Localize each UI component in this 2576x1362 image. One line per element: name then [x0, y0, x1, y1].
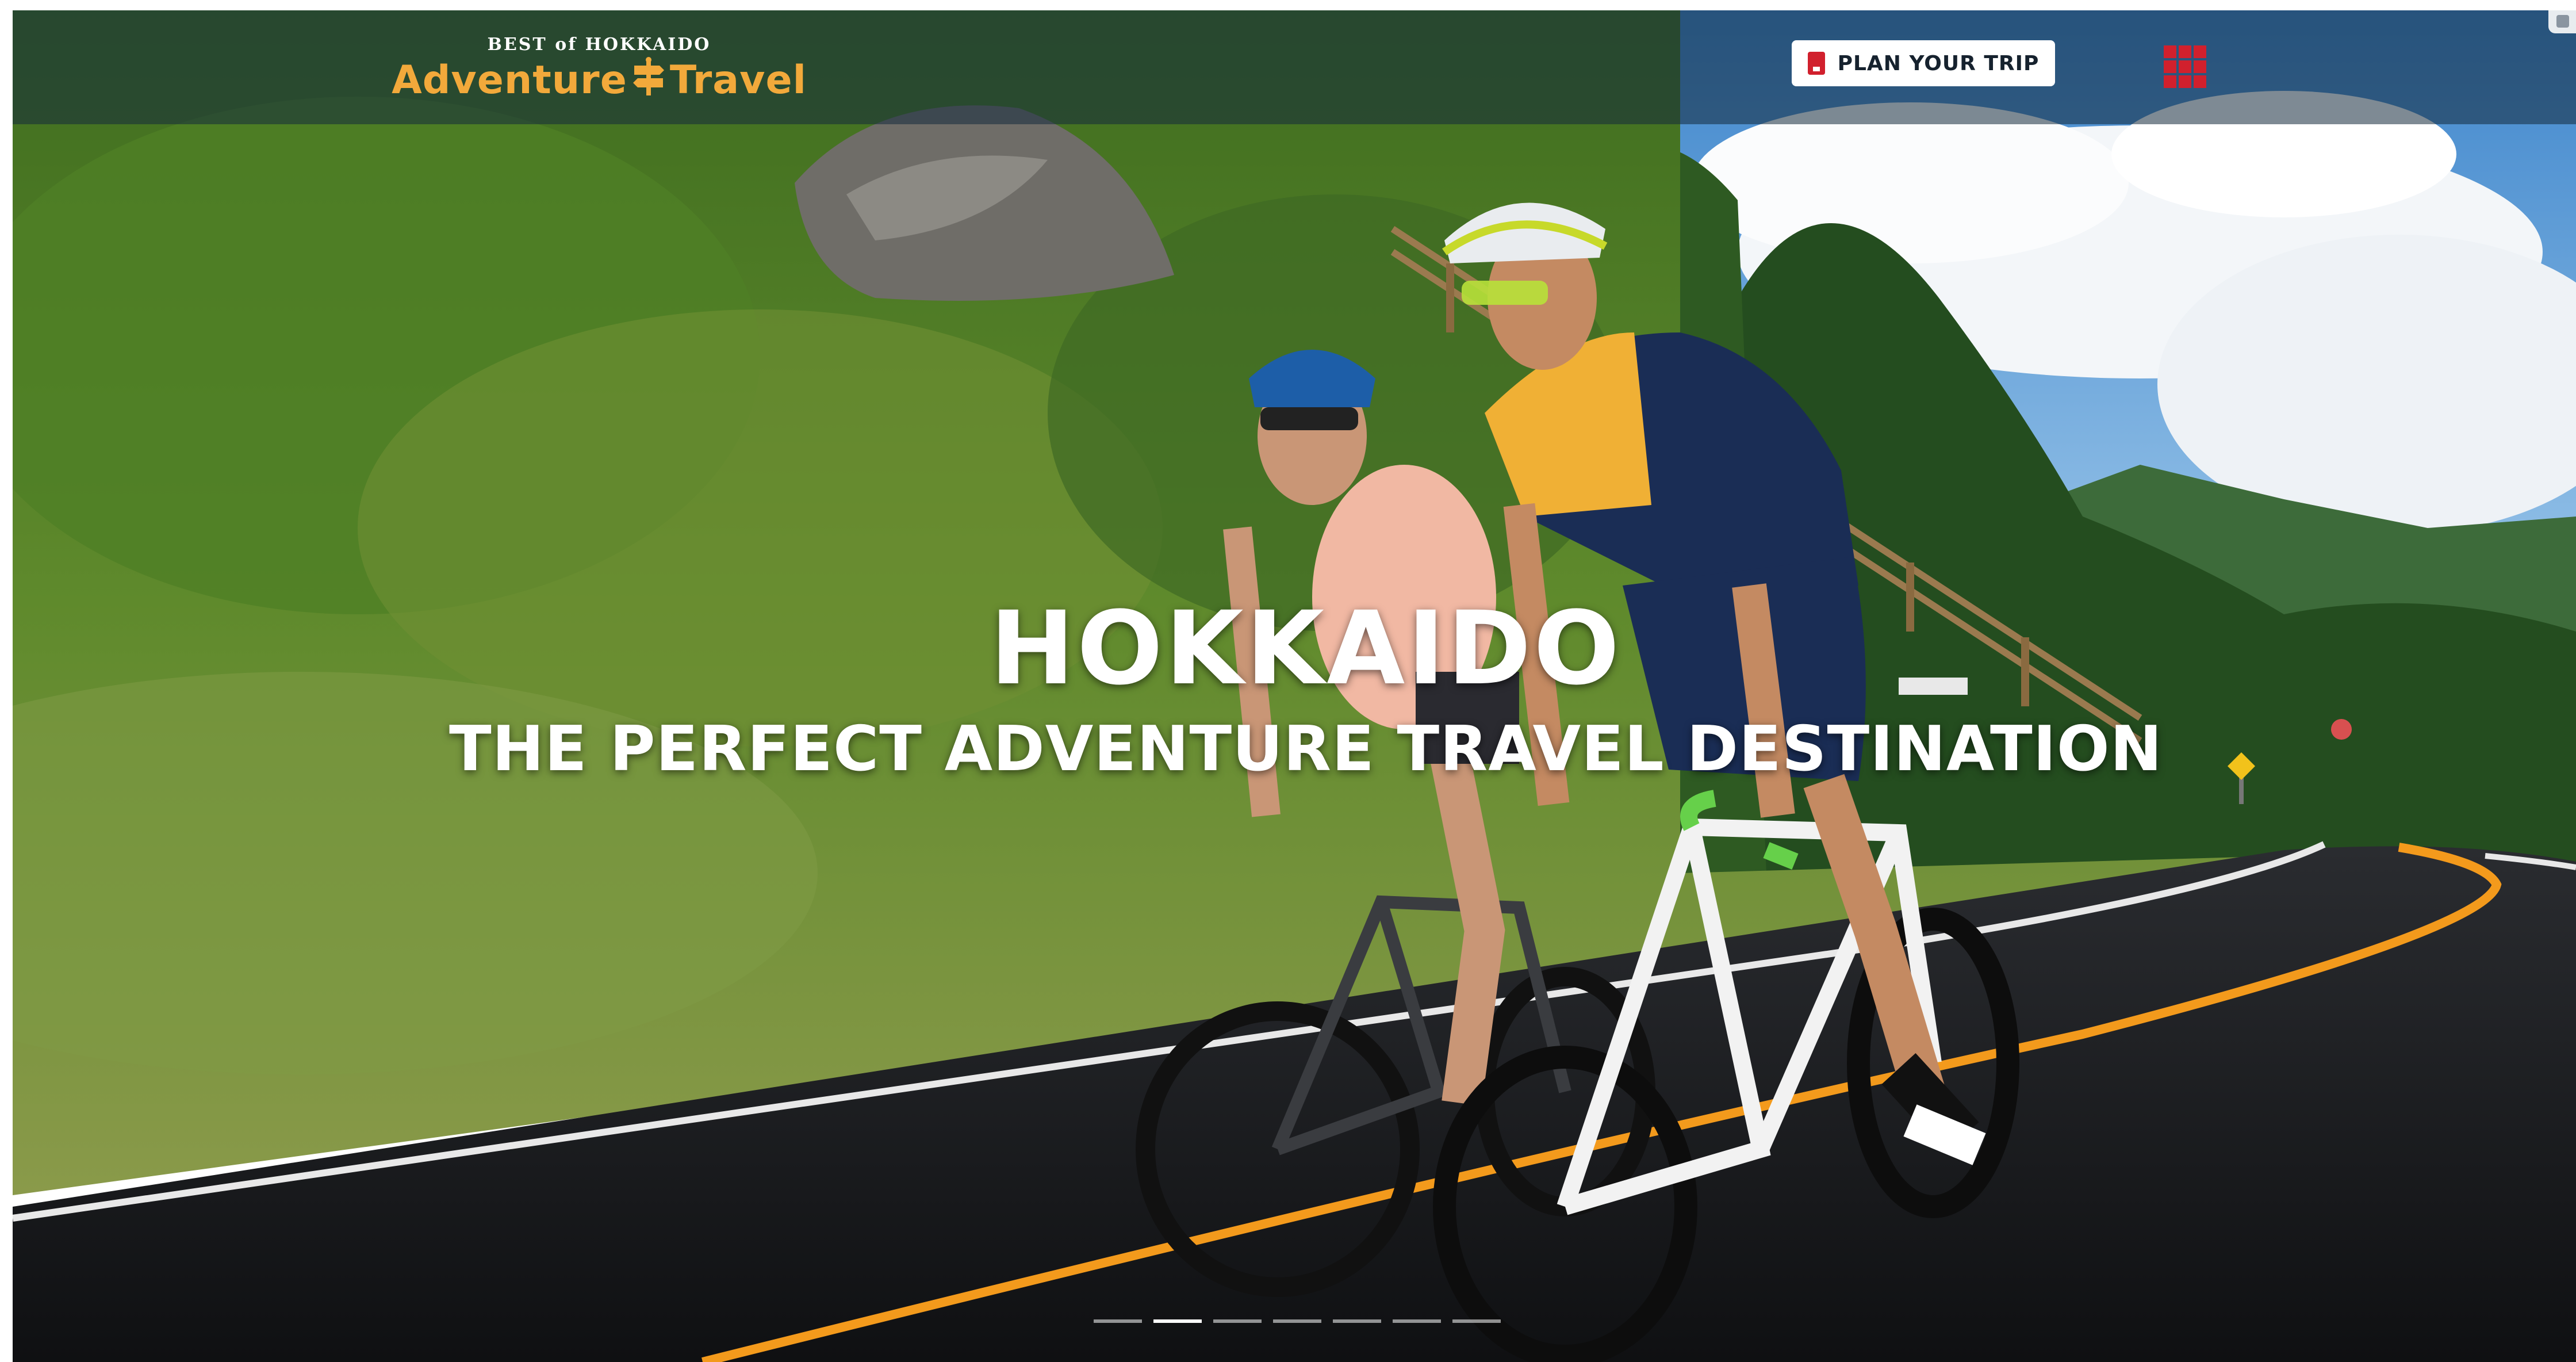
logo-tagline: BEST of HOKKAIDO: [487, 35, 711, 55]
grid-menu-icon[interactable]: [2162, 44, 2208, 90]
slide-indicators: [1094, 1319, 1501, 1323]
grid-cell: [2179, 75, 2191, 88]
browser-corner-control[interactable]: [2548, 10, 2576, 33]
plan-your-trip-button[interactable]: PLAN YOUR TRIP: [1792, 40, 2055, 86]
grid-cell: [2179, 60, 2191, 73]
logo-word-right: Travel: [669, 58, 807, 103]
grid-cell: [2164, 60, 2176, 73]
hero-slideshow: BEST of HOKKAIDO Adventure Travel PLAN Y…: [13, 10, 2576, 1362]
slide-indicator-5[interactable]: [1333, 1319, 1381, 1323]
slide-indicator-3[interactable]: [1213, 1319, 1262, 1323]
slide-indicator-2[interactable]: [1153, 1319, 1202, 1323]
grid-cell: [2179, 45, 2191, 58]
slide-indicator-4[interactable]: [1273, 1319, 1321, 1323]
slide-indicator-6[interactable]: [1393, 1319, 1441, 1323]
hero-title: HOKKAIDO: [990, 590, 1622, 707]
hero-headline: HOKKAIDO THE PERFECT ADVENTURE TRAVEL DE…: [13, 591, 2576, 786]
hero-subtitle: THE PERFECT ADVENTURE TRAVEL DESTINATION: [448, 713, 2163, 785]
slide-indicator-1[interactable]: [1094, 1319, 1142, 1323]
logo-wordmark: Adventure Travel: [381, 56, 818, 104]
trail-signpost-icon: [632, 57, 664, 95]
site-header: BEST of HOKKAIDO Adventure Travel PLAN Y…: [13, 10, 2576, 124]
guidebook-icon: [1807, 52, 1825, 75]
page: BEST of HOKKAIDO Adventure Travel PLAN Y…: [0, 0, 2576, 1362]
plan-your-trip-label: PLAN YOUR TRIP: [1837, 51, 2040, 75]
grid-cell: [2194, 60, 2206, 73]
grid-cell: [2164, 45, 2176, 58]
site-logo[interactable]: BEST of HOKKAIDO Adventure Travel: [381, 33, 818, 120]
slide-indicator-7[interactable]: [1452, 1319, 1501, 1323]
grid-cell: [2194, 45, 2206, 58]
grid-cell: [2194, 75, 2206, 88]
grid-cell: [2164, 75, 2176, 88]
logo-word-left: Adventure: [392, 58, 627, 103]
